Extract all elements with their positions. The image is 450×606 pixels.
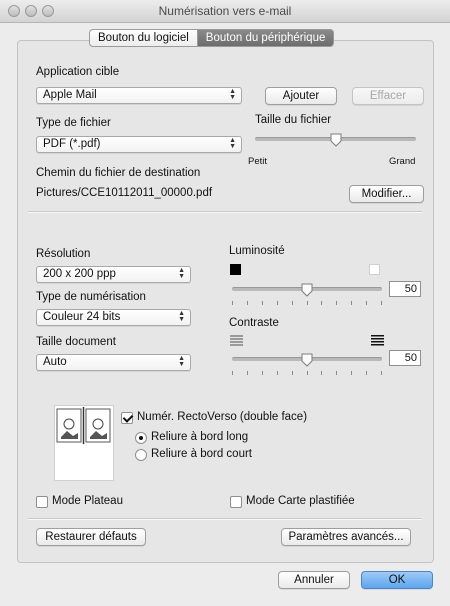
slider-tick: [262, 371, 263, 375]
divider: [28, 211, 422, 213]
ok-button[interactable]: OK: [361, 571, 433, 589]
low-contrast-icon: [230, 335, 243, 346]
brightness-label: Luminosité: [229, 245, 285, 257]
plastic-card-mode-label: Mode Carte plastifiée: [246, 495, 355, 507]
slider-tick: [321, 301, 322, 305]
modify-destination-button[interactable]: Modifier...: [349, 185, 424, 203]
slider-tick: [336, 301, 337, 305]
contrast-label: Contraste: [229, 317, 279, 329]
updown-arrows-icon: ▲ ▼: [229, 88, 236, 101]
duplex-checkbox[interactable]: [121, 412, 133, 424]
brightness-slider-thumb[interactable]: [301, 283, 313, 297]
dialog-window: Numérisation vers e-mail Bouton du logic…: [0, 0, 450, 606]
plastic-card-mode-checkbox[interactable]: [230, 496, 242, 508]
scan-type-value: Couleur 24 bits: [43, 311, 121, 323]
advanced-settings-button[interactable]: Paramètres avancés...: [281, 528, 411, 546]
file-size-slider-thumb[interactable]: [330, 133, 342, 147]
contrast-value-field[interactable]: 50: [389, 350, 421, 366]
resolution-label: Résolution: [36, 248, 91, 260]
updown-arrows-icon: ▲ ▼: [178, 355, 185, 368]
slider-tick: [381, 371, 382, 375]
binding-short-edge-radio[interactable]: [135, 449, 147, 461]
updown-arrows-icon: ▲ ▼: [229, 137, 236, 150]
contrast-slider-thumb[interactable]: [301, 353, 313, 367]
scan-type-select[interactable]: Couleur 24 bits ▲ ▼: [36, 309, 191, 326]
doc-size-select[interactable]: Auto ▲ ▼: [36, 354, 191, 371]
slider-tick: [292, 371, 293, 375]
title-bar: Numérisation vers e-mail: [0, 0, 450, 23]
tab-software-button[interactable]: Bouton du logiciel: [89, 29, 197, 47]
clear-app-button[interactable]: Effacer: [352, 87, 424, 105]
tab-device-button[interactable]: Bouton du périphérique: [196, 29, 335, 47]
brightness-value-field[interactable]: 50: [389, 281, 421, 297]
dark-square-icon: [230, 264, 241, 275]
restore-defaults-button[interactable]: Restaurer défauts: [36, 528, 146, 546]
destination-path: Pictures/CCE10112011_00000.pdf: [36, 187, 213, 199]
slider-tick: [351, 301, 352, 305]
file-type-select[interactable]: PDF (*.pdf) ▲ ▼: [36, 136, 242, 153]
updown-arrows-icon: ▲ ▼: [178, 310, 185, 323]
slider-tick: [232, 371, 233, 375]
binding-long-edge-label: Reliure à bord long: [151, 431, 249, 443]
flatbed-mode-checkbox[interactable]: [36, 496, 48, 508]
duplex-label: Numér. RectoVerso (double face): [137, 411, 308, 423]
duplex-pages-icon: [56, 407, 111, 444]
slider-tick: [366, 371, 367, 375]
flatbed-mode-label: Mode Plateau: [52, 495, 123, 507]
slider-tick: [321, 371, 322, 375]
binding-short-edge-label: Reliure à bord court: [151, 448, 252, 460]
slider-tick: [307, 371, 308, 375]
slider-tick: [351, 371, 352, 375]
file-size-min-label: Petit: [248, 156, 268, 167]
tab-bar: Bouton du logiciel Bouton du périphériqu…: [89, 29, 335, 47]
slider-tick: [292, 301, 293, 305]
high-contrast-icon: [371, 335, 384, 346]
scan-type-label: Type de numérisation: [36, 291, 146, 303]
add-app-button[interactable]: Ajouter: [265, 87, 337, 105]
slider-tick: [277, 371, 278, 375]
light-square-icon: [369, 264, 380, 275]
divider: [28, 518, 422, 520]
destination-label: Chemin du fichier de destination: [36, 167, 201, 179]
file-type-value: PDF (*.pdf): [43, 138, 101, 150]
updown-arrows-icon: ▲ ▼: [178, 267, 185, 280]
cancel-button[interactable]: Annuler: [278, 571, 350, 589]
duplex-preview: [54, 405, 114, 481]
contrast-ticks: [232, 371, 382, 375]
target-app-value: Apple Mail: [43, 89, 97, 101]
resolution-select[interactable]: 200 x 200 ppp ▲ ▼: [36, 266, 191, 283]
target-app-label: Application cible: [36, 66, 120, 78]
slider-tick: [247, 371, 248, 375]
doc-size-value: Auto: [43, 356, 67, 368]
file-type-label: Type de fichier: [36, 117, 111, 129]
target-app-select[interactable]: Apple Mail ▲ ▼: [36, 87, 242, 104]
binding-long-edge-radio[interactable]: [135, 432, 147, 444]
slider-tick: [336, 371, 337, 375]
resolution-value: 200 x 200 ppp: [43, 268, 116, 280]
slider-tick: [232, 301, 233, 305]
file-size-max-label: Grand: [389, 156, 416, 167]
slider-tick: [277, 301, 278, 305]
slider-tick: [262, 301, 263, 305]
slider-tick: [307, 301, 308, 305]
file-size-label: Taille du fichier: [255, 114, 332, 126]
window-title: Numérisation vers e-mail: [158, 4, 292, 18]
slider-tick: [381, 301, 382, 305]
brightness-ticks: [232, 301, 382, 305]
slider-tick: [247, 301, 248, 305]
doc-size-label: Taille document: [36, 336, 116, 348]
slider-tick: [366, 301, 367, 305]
